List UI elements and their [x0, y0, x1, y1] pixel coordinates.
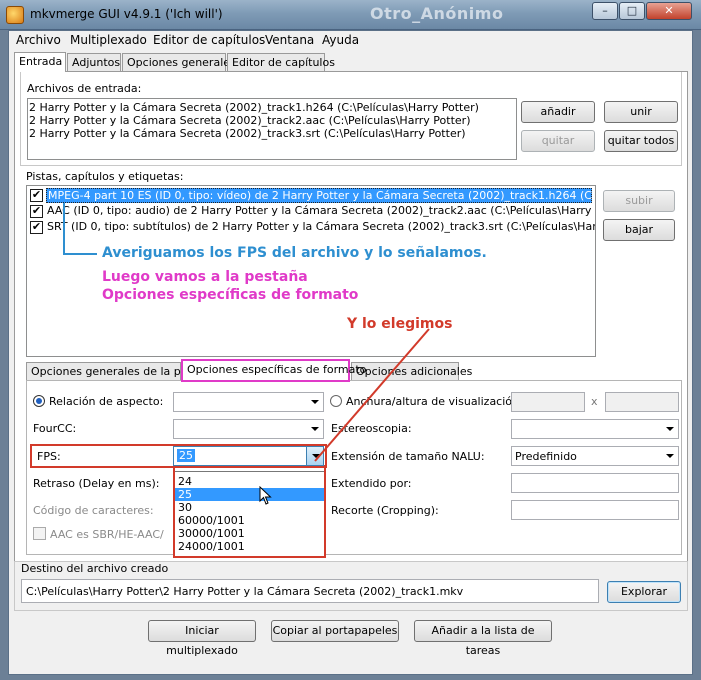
window-title: mkvmerge GUI v4.9.1 ('Ich will')	[30, 7, 223, 21]
mkvmerge-app-icon	[6, 6, 24, 24]
close-button[interactable]: ✕	[646, 2, 692, 20]
title-bar: mkvmerge GUI v4.9.1 ('Ich will') Otro_An…	[0, 0, 701, 30]
copy-clipboard-button[interactable]: Copiar al portapapeles	[271, 620, 399, 642]
browse-button[interactable]: Explorar	[607, 581, 681, 603]
tab-track-format-specific[interactable]: Opciones específicas de formato	[181, 359, 366, 382]
minimize-button[interactable]: –	[592, 2, 618, 20]
output-group: Destino del archivo creado C:\Películas\…	[14, 561, 688, 611]
maximize-button[interactable]: □	[619, 2, 645, 20]
output-label: Destino del archivo creado	[21, 562, 172, 575]
start-muxing-button[interactable]: Iniciar multiplexado	[148, 620, 256, 657]
output-path-value: C:\Películas\Harry Potter\2 Harry Potter…	[26, 585, 464, 598]
output-path-field[interactable]: C:\Películas\Harry Potter\2 Harry Potter…	[21, 579, 599, 603]
window-client-area: Archivo Multiplexado Editor de capítulos…	[8, 30, 693, 675]
add-to-queue-button[interactable]: Añadir a la lista de tareas	[414, 620, 552, 657]
watermark-text: Otro_Anónimo	[370, 4, 504, 23]
tab-entrada[interactable]: Entrada	[14, 52, 66, 72]
